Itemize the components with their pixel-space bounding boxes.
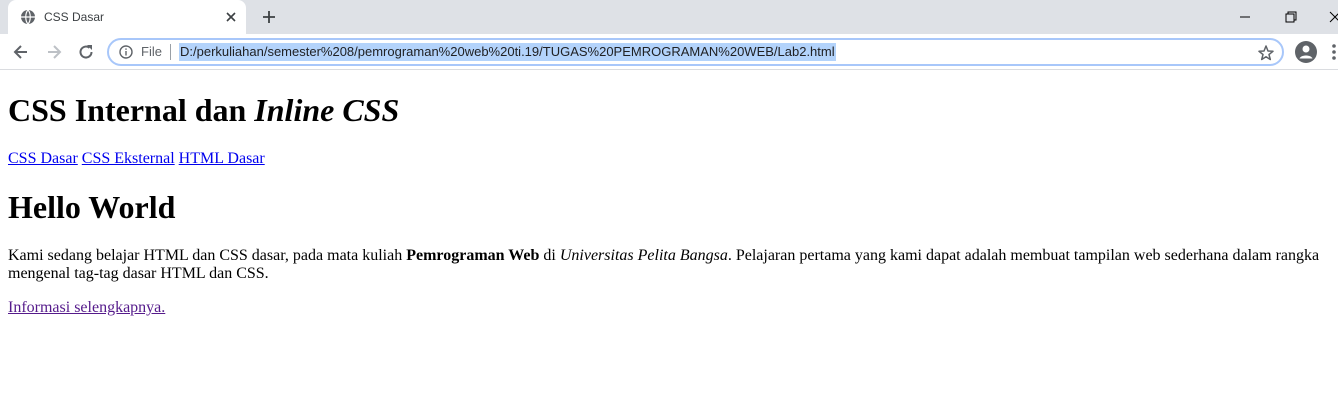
menu-icon[interactable] (1330, 42, 1338, 62)
info-icon[interactable] (119, 45, 133, 59)
paragraph-text-1: Kami sedang belajar HTML dan CSS dasar, … (8, 247, 407, 264)
globe-icon (21, 9, 35, 25)
paragraph-text-2: di (539, 247, 560, 264)
page-title-plain: CSS Internal dan (8, 92, 255, 128)
close-icon[interactable] (224, 10, 238, 24)
reload-icon[interactable] (76, 42, 96, 62)
star-icon[interactable] (1257, 44, 1275, 62)
nav-links: CSS Dasar CSS Eksternal HTML Dasar (8, 150, 1330, 168)
page-content: CSS Internal dan Inline CSS CSS Dasar CS… (8, 71, 1330, 317)
paragraph-italic: Universitas Pelita Bangsa (559, 247, 728, 264)
more-info-link[interactable]: Informasi selengkapnya. (8, 299, 165, 316)
forward-icon[interactable] (44, 42, 64, 62)
back-icon[interactable] (11, 42, 31, 62)
intro-paragraph: Kami sedang belajar HTML dan CSS dasar, … (8, 247, 1330, 283)
tab-title: CSS Dasar (44, 10, 105, 24)
tab-strip: CSS Dasar (0, 0, 1338, 34)
address-bar[interactable]: File D:/perkuliahan/semester%208/pemrogr… (107, 38, 1284, 66)
url-text[interactable]: D:/perkuliahan/semester%208/pemrograman%… (179, 43, 836, 61)
browser-toolbar: File D:/perkuliahan/semester%208/pemrogr… (0, 34, 1338, 70)
omnibox-separator (170, 44, 171, 60)
more-info: Informasi selengkapnya. (8, 299, 1330, 317)
hello-heading: Hello World (8, 189, 176, 225)
link-html-dasar[interactable]: HTML Dasar (179, 150, 265, 167)
profile-icon[interactable] (1294, 40, 1318, 64)
paragraph-bold: Pemrograman Web (406, 247, 540, 264)
new-tab-icon[interactable] (260, 8, 278, 26)
browser-tab[interactable]: CSS Dasar (8, 0, 246, 34)
scheme-label: File (141, 44, 162, 59)
link-css-dasar[interactable]: CSS Dasar (8, 150, 78, 167)
link-css-eksternal[interactable]: CSS Eksternal (82, 150, 175, 167)
minimize-icon[interactable] (1236, 8, 1254, 26)
window-close-icon[interactable] (1326, 8, 1338, 26)
page-title: CSS Internal dan Inline CSS (8, 92, 1330, 129)
page-title-italic: Inline CSS (254, 92, 400, 128)
restore-icon[interactable] (1282, 8, 1300, 26)
